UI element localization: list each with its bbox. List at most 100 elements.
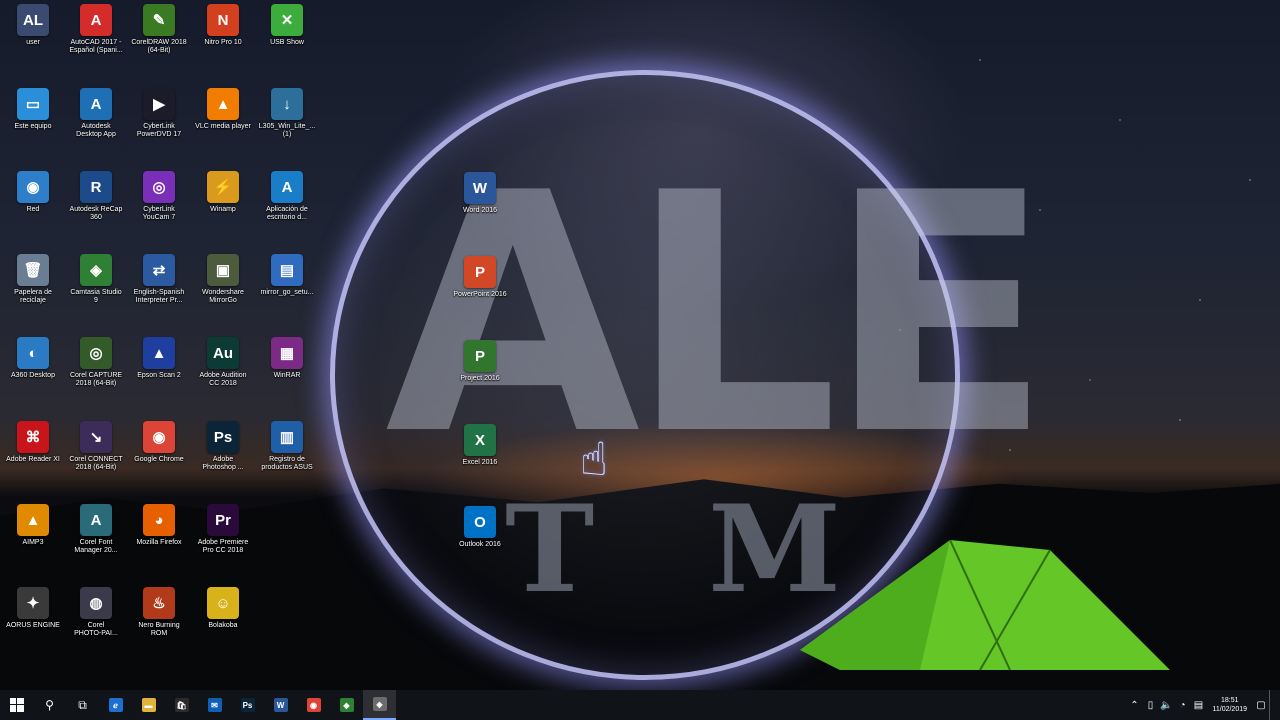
taskbar-app-button[interactable]: W [264, 690, 297, 720]
desktop-icon[interactable]: AL user [2, 4, 64, 84]
desktop-icon[interactable]: ◉ Google Chrome [128, 421, 190, 501]
desktop-icon[interactable]: N Nitro Pro 10 [192, 4, 254, 84]
notifications-icon[interactable]: ▢ [1253, 690, 1269, 720]
desktop-icon[interactable]: ✦ AORUS ENGINE [2, 587, 64, 667]
desktop-icon[interactable]: ▭ Este equipo [2, 88, 64, 168]
volume-icon[interactable]: 🔈 [1158, 690, 1174, 720]
desktop-icon[interactable]: Pr Adobe Premiere Pro CC 2018 [192, 504, 254, 584]
desktop-icon-label: Corel CAPTURE 2018 (64-Bit) [69, 372, 123, 387]
firefox-icon: ◕ [143, 504, 175, 536]
desktop-icon[interactable]: Au Adobe Audition CC 2018 [192, 337, 254, 417]
desktop-icon[interactable]: ◎ Corel CAPTURE 2018 (64-Bit) [65, 337, 127, 417]
word-icon: W [464, 172, 496, 204]
file-explorer-icon: ▬ [141, 698, 156, 712]
taskbar-app-button[interactable]: ◉ [297, 690, 330, 720]
desktop-icon[interactable]: ☺ Bolakoba [192, 587, 254, 667]
store-icon: 🛍 [174, 698, 189, 712]
desktop-icon[interactable]: ◉ Red [2, 171, 64, 251]
task-view-button[interactable]: ⧉ [66, 690, 99, 720]
chrome-icon: ◉ [143, 421, 175, 453]
desktop-icon[interactable]: A AutoCAD 2017 - Español (Spani... [65, 4, 127, 84]
desktop-icon-label: Winamp [210, 206, 236, 213]
show-desktop-button[interactable] [1269, 690, 1276, 720]
desktop-icon-label: USB Show [270, 39, 304, 46]
desktop[interactable]: ALE T M AL user A AutoCAD 2017 - Español (S… [0, 0, 1280, 690]
taskbar-app-button[interactable]: Ps [231, 690, 264, 720]
office-shortcut[interactable]: P Project 2016 [449, 340, 511, 420]
clock[interactable]: 18:51 11/02/2019 [1206, 696, 1253, 714]
search-button[interactable]: ⚲ [33, 690, 66, 720]
desktop-icon[interactable]: ▲ VLC media player [192, 88, 254, 168]
desktop-icon[interactable]: ✕ USB Show [256, 4, 318, 84]
language-icon[interactable]: ▤ [1190, 690, 1206, 720]
office-shortcut[interactable]: O Outlook 2016 [449, 506, 511, 586]
desktop-icon[interactable]: ▤ mirror_go_setu... [256, 254, 318, 334]
desktop-icon[interactable]: ◎ CyberLink YouCam 7 [128, 171, 190, 251]
desktop-icon-label: CyberLink YouCam 7 [142, 206, 176, 221]
premiere-icon: Pr [207, 504, 239, 536]
windows-logo-icon [9, 698, 24, 712]
desktop-icon[interactable]: ⌘ Adobe Reader XI [2, 421, 64, 501]
desktop-icon[interactable]: ▶ CyberLink PowerDVD 17 [128, 88, 190, 168]
desktop-icon[interactable]: ⚡ Winamp [192, 171, 254, 251]
desktop-icon[interactable]: ✎ CorelDRAW 2018 (64-Bit) [128, 4, 190, 84]
desktop-icon[interactable]: ⇄ English-Spanish Interpreter Pr... [128, 254, 190, 334]
desktop-icon-label: Mozilla Firefox [136, 539, 182, 546]
desktop-icon[interactable]: A Autodesk Desktop App [65, 88, 127, 168]
desktop-icon-label: Wondershare MirrorGo [202, 289, 244, 304]
desktop-icon[interactable]: Ps Adobe Photoshop ... [192, 421, 254, 501]
word-taskbar-icon: W [273, 698, 288, 712]
desktop-icon-label: AutoCAD 2017 - Español (Spani... [69, 39, 123, 54]
wifi-icon[interactable]: ◔ [1174, 690, 1190, 720]
desktop-icon[interactable]: ↓ L305_Win_Lite_... (1) [256, 88, 318, 168]
desktop-icon[interactable]: A Corel Font Manager 20... [65, 504, 127, 584]
taskbar-app-button[interactable]: 🛍 [165, 690, 198, 720]
corel-font-icon: A [80, 504, 112, 536]
vlc-icon: ▲ [207, 88, 239, 120]
desktop-icon-label: WinRAR [273, 372, 301, 379]
mirrorgo-icon: ▣ [207, 254, 239, 286]
office-shortcut[interactable]: X Excel 2016 [449, 424, 511, 504]
desktop-icon[interactable]: ▲ AIMP3 [2, 504, 64, 584]
desktop-icon-label: Este equipo [14, 123, 52, 130]
desktop-icon[interactable]: ◍ Corel PHOTO-PAI... [65, 587, 127, 667]
desktop-icon-label: Epson Scan 2 [137, 372, 181, 379]
taskbar-app-button[interactable]: ℯ [99, 690, 132, 720]
desktop-icon[interactable]: ◐ A360 Desktop [2, 337, 64, 417]
taskbar-app-button[interactable]: ✉ [198, 690, 231, 720]
youcam-icon: ◎ [143, 171, 175, 203]
desktop-icon[interactable]: ◈ Camtasia Studio 9 [65, 254, 127, 334]
taskbar-app-button[interactable]: ◈ [363, 690, 396, 720]
desktop-icon-label: mirror_go_setu... [260, 289, 314, 296]
project-icon: P [464, 340, 496, 372]
camtasia-icon: ◈ [80, 254, 112, 286]
desktop-icon[interactable]: ▦ WinRAR [256, 337, 318, 417]
taskbar-app-button[interactable]: ▬ [132, 690, 165, 720]
desktop-icon[interactable]: R Autodesk ReCap 360 [65, 171, 127, 251]
desktop-icon[interactable]: ▲ Epson Scan 2 [128, 337, 190, 417]
nero-icon: ♨ [143, 587, 175, 619]
taskbar: ⚲ ⧉ ℯ ▬ 🛍 ✉ Ps W ◉ ◈ ◈ ⌃ ▯ 🔈 ◔ ▤ 18:51 11/02/201… [0, 690, 1280, 720]
office-shortcut[interactable]: W Word 2016 [449, 172, 511, 252]
chevron-up-icon[interactable]: ⌃ [1126, 690, 1142, 720]
network-tray-icon[interactable]: ▯ [1142, 690, 1158, 720]
corel-capture-icon: ◎ [80, 337, 112, 369]
desktop-icon[interactable]: ▥ Registro de productos ASUS [256, 421, 318, 501]
desktop-icon[interactable]: ♨ Nero Burning ROM [128, 587, 190, 667]
desktop-icon-label: L305_Win_Lite_... (1) [258, 123, 316, 138]
desktop-icon[interactable]: ↘ Corel CONNECT 2018 (64-Bit) [65, 421, 127, 501]
adobe-reader-icon: ⌘ [17, 421, 49, 453]
desktop-icon[interactable]: 🗑 Papelera de reciclaje [2, 254, 64, 334]
epson-scan-icon: ▲ [143, 337, 175, 369]
start-button[interactable] [0, 690, 33, 720]
taskbar-app-button[interactable]: ◈ [330, 690, 363, 720]
desktop-icon[interactable]: ◕ Mozilla Firefox [128, 504, 190, 584]
desktop-icon[interactable]: A Aplicación de escritorio d... [256, 171, 318, 251]
winrar-icon: ▦ [271, 337, 303, 369]
desktop-icon-label: Adobe Photoshop ... [202, 456, 244, 471]
office-shortcut[interactable]: P PowerPoint 2016 [449, 256, 511, 336]
bolakoba-icon: ☺ [207, 587, 239, 619]
desktop-icon[interactable]: ▣ Wondershare MirrorGo [192, 254, 254, 334]
system-tray: ⌃ ▯ 🔈 ◔ ▤ 18:51 11/02/2019 ▢ [1126, 690, 1280, 720]
camtasia-recorder-taskbar-icon: ◈ [372, 697, 387, 711]
